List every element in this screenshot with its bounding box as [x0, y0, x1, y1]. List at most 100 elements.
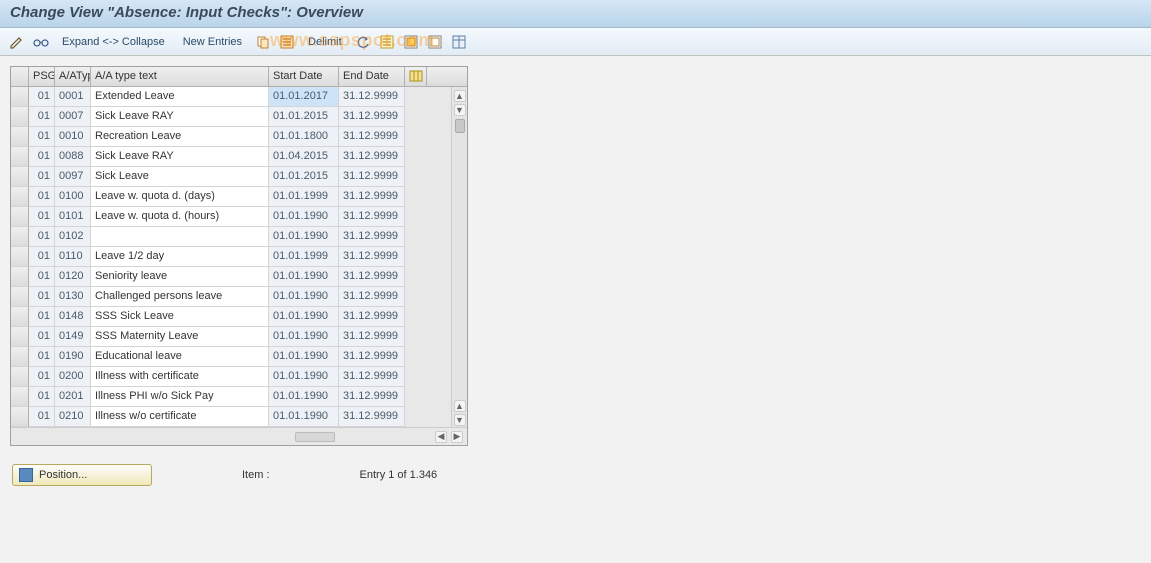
row-selector[interactable] [11, 407, 29, 427]
cell-end[interactable]: 31.12.9999 [339, 387, 405, 407]
cell-text[interactable]: Educational leave [91, 347, 269, 367]
table-row[interactable]: 010001Extended Leave01.01.201731.12.9999 [11, 87, 451, 107]
table-row[interactable]: 010148SSS Sick Leave01.01.199031.12.9999 [11, 307, 451, 327]
cell-end[interactable]: 31.12.9999 [339, 107, 405, 127]
cell-end[interactable]: 31.12.9999 [339, 227, 405, 247]
cell-end[interactable]: 31.12.9999 [339, 187, 405, 207]
cell-start[interactable]: 01.01.1990 [269, 267, 339, 287]
table-row[interactable]: 010007Sick Leave RAY01.01.201531.12.9999 [11, 107, 451, 127]
cell-text[interactable]: Sick Leave RAY [91, 107, 269, 127]
scroll-down2-icon[interactable]: ▼ [454, 414, 466, 426]
cell-start[interactable]: 01.01.1800 [269, 127, 339, 147]
scroll-up-icon[interactable]: ▲ [454, 90, 466, 102]
cell-start[interactable]: 01.01.1990 [269, 407, 339, 427]
col-start-date[interactable]: Start Date [269, 67, 339, 86]
list-orange-icon[interactable] [278, 33, 296, 51]
table-row[interactable]: 010101Leave w. quota d. (hours)01.01.199… [11, 207, 451, 227]
scroll-thumb[interactable] [455, 119, 465, 133]
deselect-all-icon[interactable] [426, 33, 444, 51]
table-row[interactable]: 01010201.01.199031.12.9999 [11, 227, 451, 247]
cell-text[interactable]: SSS Maternity Leave [91, 327, 269, 347]
cell-text[interactable]: Illness with certificate [91, 367, 269, 387]
row-selector[interactable] [11, 167, 29, 187]
configure-columns-icon[interactable] [405, 67, 427, 86]
cell-text[interactable]: Recreation Leave [91, 127, 269, 147]
row-selector[interactable] [11, 307, 29, 327]
position-button[interactable]: Position... [12, 464, 152, 486]
edit-icon[interactable] [8, 33, 26, 51]
cell-start[interactable]: 01.01.1990 [269, 367, 339, 387]
row-selector[interactable] [11, 267, 29, 287]
table-row[interactable]: 010010Recreation Leave01.01.180031.12.99… [11, 127, 451, 147]
table-row[interactable]: 010120Seniority leave01.01.199031.12.999… [11, 267, 451, 287]
cell-text[interactable]: Illness w/o certificate [91, 407, 269, 427]
table-row[interactable]: 010201Illness PHI w/o Sick Pay01.01.1990… [11, 387, 451, 407]
cell-start[interactable]: 01.01.2015 [269, 167, 339, 187]
delimit-button[interactable]: Delimit [302, 34, 348, 50]
table-row[interactable]: 010110Leave 1/2 day01.01.199931.12.9999 [11, 247, 451, 267]
cell-text[interactable]: Leave 1/2 day [91, 247, 269, 267]
row-selector[interactable] [11, 347, 29, 367]
cell-start[interactable]: 01.01.1990 [269, 347, 339, 367]
cell-text[interactable]: Sick Leave [91, 167, 269, 187]
cell-end[interactable]: 31.12.9999 [339, 287, 405, 307]
hscroll-right-icon[interactable]: ▶ [451, 431, 463, 443]
table-row[interactable]: 010190Educational leave01.01.199031.12.9… [11, 347, 451, 367]
cell-end[interactable]: 31.12.9999 [339, 87, 405, 107]
row-selector[interactable] [11, 207, 29, 227]
cell-text[interactable]: SSS Sick Leave [91, 307, 269, 327]
col-end-date[interactable]: End Date [339, 67, 405, 86]
cell-start[interactable]: 01.01.2017 [269, 87, 339, 107]
cell-text[interactable] [91, 227, 269, 247]
expand-collapse-button[interactable]: Expand <-> Collapse [56, 34, 171, 50]
table-row[interactable]: 010149SSS Maternity Leave01.01.199031.12… [11, 327, 451, 347]
cell-text[interactable]: Leave w. quota d. (hours) [91, 207, 269, 227]
cell-start[interactable]: 01.01.1990 [269, 387, 339, 407]
col-aa-text[interactable]: A/A type text [91, 67, 269, 86]
row-selector[interactable] [11, 147, 29, 167]
list-yellow-icon[interactable] [378, 33, 396, 51]
cell-start[interactable]: 01.01.1990 [269, 287, 339, 307]
row-selector[interactable] [11, 287, 29, 307]
cell-end[interactable]: 31.12.9999 [339, 127, 405, 147]
row-selector[interactable] [11, 367, 29, 387]
row-selector[interactable] [11, 107, 29, 127]
col-aa-type[interactable]: A/AType [55, 67, 91, 86]
row-selector[interactable] [11, 247, 29, 267]
scroll-up2-icon[interactable]: ▲ [454, 400, 466, 412]
table-row[interactable]: 010130Challenged persons leave01.01.1990… [11, 287, 451, 307]
row-selector[interactable] [11, 127, 29, 147]
cell-end[interactable]: 31.12.9999 [339, 307, 405, 327]
cell-start[interactable]: 01.01.2015 [269, 107, 339, 127]
glasses-icon[interactable] [32, 33, 50, 51]
table-settings-icon[interactable] [450, 33, 468, 51]
table-row[interactable]: 010210Illness w/o certificate01.01.19903… [11, 407, 451, 427]
row-selector[interactable] [11, 327, 29, 347]
table-row[interactable]: 010200Illness with certificate01.01.1990… [11, 367, 451, 387]
col-psg[interactable]: PSG [29, 67, 55, 86]
table-row[interactable]: 010088Sick Leave RAY01.04.201531.12.9999 [11, 147, 451, 167]
row-selector[interactable] [11, 387, 29, 407]
hscroll-left-icon[interactable]: ◀ [435, 431, 447, 443]
new-entries-button[interactable]: New Entries [177, 34, 248, 50]
select-all-icon[interactable] [402, 33, 420, 51]
table-row[interactable]: 010097Sick Leave01.01.201531.12.9999 [11, 167, 451, 187]
cell-end[interactable]: 31.12.9999 [339, 207, 405, 227]
col-select[interactable] [11, 67, 29, 86]
row-selector[interactable] [11, 87, 29, 107]
undo-icon[interactable] [354, 33, 372, 51]
cell-end[interactable]: 31.12.9999 [339, 407, 405, 427]
cell-end[interactable]: 31.12.9999 [339, 247, 405, 267]
cell-text[interactable]: Extended Leave [91, 87, 269, 107]
cell-end[interactable]: 31.12.9999 [339, 367, 405, 387]
row-selector[interactable] [11, 227, 29, 247]
cell-end[interactable]: 31.12.9999 [339, 347, 405, 367]
cell-text[interactable]: Leave w. quota d. (days) [91, 187, 269, 207]
table-row[interactable]: 010100Leave w. quota d. (days)01.01.1999… [11, 187, 451, 207]
cell-end[interactable]: 31.12.9999 [339, 167, 405, 187]
hscroll-thumb[interactable] [295, 432, 335, 442]
cell-start[interactable]: 01.04.2015 [269, 147, 339, 167]
cell-text[interactable]: Sick Leave RAY [91, 147, 269, 167]
cell-text[interactable]: Illness PHI w/o Sick Pay [91, 387, 269, 407]
cell-end[interactable]: 31.12.9999 [339, 327, 405, 347]
